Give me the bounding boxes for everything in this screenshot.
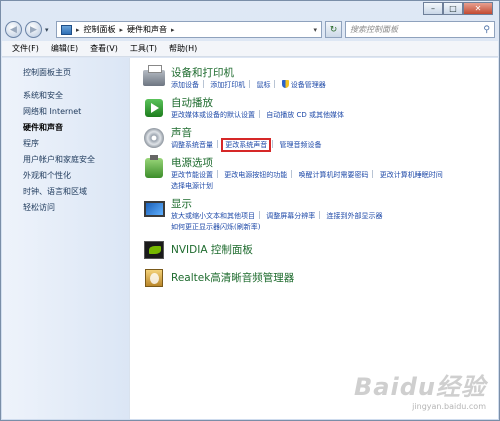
address-row: ◀ ▶ ▾ ▸ 控制面板 ▸ 硬件和声音 ▸ ▾ ↻ 搜索控制面板 ⚲ [5, 20, 495, 39]
forward-button[interactable]: ▶ [25, 21, 42, 38]
history-dropdown-icon[interactable]: ▾ [45, 26, 53, 34]
refresh-icon: ↻ [329, 24, 338, 35]
link-refresh-rate[interactable]: 如何更正显示器闪烁(刷新率) [171, 223, 260, 231]
nvidia-icon[interactable] [143, 239, 165, 261]
sidebar-item-home[interactable]: 控制面板主页 [23, 67, 129, 78]
menu-file[interactable]: 文件(F) [6, 43, 45, 54]
content-area: 控制面板主页 系统和安全 网络和 Internet 硬件和声音 程序 用户帐户和… [2, 58, 498, 419]
refresh-button[interactable]: ↻ [325, 21, 342, 38]
link-change-media-defaults[interactable]: 更改媒体或设备的默认设置 [171, 111, 255, 119]
minimize-button[interactable]: – [423, 2, 443, 15]
realtek-icon[interactable] [143, 267, 165, 289]
printer-icon[interactable] [143, 65, 165, 89]
menu-tools[interactable]: 工具(T) [124, 43, 163, 54]
watermark-logo: Baidu经验 [354, 373, 486, 401]
search-placeholder: 搜索控制面板 [350, 25, 398, 34]
search-icon[interactable]: ⚲ [483, 25, 490, 35]
sidebar-item-clock-language[interactable]: 时钟、语言和区域 [23, 186, 129, 197]
link-text-size[interactable]: 放大或缩小文本和其他项目 [171, 212, 255, 220]
link-autoplay-cd[interactable]: 自动播放 CD 或其他媒体 [266, 111, 344, 119]
chevron-right-icon[interactable]: ▸ [171, 26, 175, 34]
category-sound: 声音 调整系统音量 更改系统声音 管理音频设备 [143, 127, 498, 152]
chevron-right-icon[interactable]: ▸ [120, 26, 124, 34]
menu-edit[interactable]: 编辑(E) [45, 43, 84, 54]
link-wake-password[interactable]: 唤醒计算机时需要密码 [298, 171, 368, 179]
category-autoplay: 自动播放 更改媒体或设备的默认设置 自动播放 CD 或其他媒体 [143, 97, 498, 121]
menu-bar: 文件(F) 编辑(E) 查看(V) 工具(T) 帮助(H) [2, 41, 498, 57]
sidebar-item-programs[interactable]: 程序 [23, 138, 129, 149]
forward-arrow-icon: ▶ [30, 24, 37, 35]
speaker-icon[interactable] [143, 127, 165, 149]
category-display: 显示 放大或缩小文本和其他项目 调整屏幕分辨率 连接到外部显示器 如何更正显示器… [143, 198, 498, 233]
link-power-button[interactable]: 更改电源按钮的功能 [224, 171, 287, 179]
link-external-display[interactable]: 连接到外部显示器 [326, 212, 382, 220]
power-options-title[interactable]: 电源选项 [171, 157, 498, 170]
menu-help[interactable]: 帮助(H) [163, 43, 203, 54]
back-arrow-icon: ◀ [10, 24, 17, 35]
link-sleep-time[interactable]: 更改计算机睡眠时间 [380, 171, 443, 179]
sidebar-item-system-security[interactable]: 系统和安全 [23, 90, 129, 101]
link-change-system-sounds[interactable]: 更改系统声音 [221, 138, 272, 152]
close-button[interactable]: ✕ [463, 2, 493, 15]
monitor-icon[interactable] [143, 198, 165, 220]
devices-printers-title[interactable]: 设备和打印机 [171, 67, 498, 80]
link-device-manager[interactable]: 设备管理器 [291, 81, 326, 89]
nvidia-title[interactable]: NVIDIA 控制面板 [171, 244, 498, 257]
breadcrumb-control-panel[interactable]: 控制面板 [84, 24, 116, 35]
address-dropdown-icon[interactable]: ▾ [313, 26, 317, 34]
autoplay-title[interactable]: 自动播放 [171, 97, 498, 110]
link-power-saving[interactable]: 更改节能设置 [171, 171, 213, 179]
link-add-printer[interactable]: 添加打印机 [210, 81, 245, 89]
watermark: Baidu经验 jingyan.baidu.com [354, 367, 486, 411]
sound-title[interactable]: 声音 [171, 127, 498, 140]
link-manage-audio-devices[interactable]: 管理音频设备 [279, 141, 321, 149]
control-panel-window: – □ ✕ ◀ ▶ ▾ ▸ 控制面板 ▸ 硬件和声音 ▸ ▾ ↻ 搜索控制面板 … [0, 0, 500, 421]
search-input[interactable]: 搜索控制面板 ⚲ [345, 21, 495, 38]
display-title[interactable]: 显示 [171, 198, 498, 211]
category-devices-printers: 设备和打印机 添加设备 添加打印机 鼠标 设备管理器 [143, 65, 498, 91]
sidebar-item-ease-of-access[interactable]: 轻松访问 [23, 202, 129, 213]
link-mouse[interactable]: 鼠标 [256, 81, 270, 89]
address-bar[interactable]: ▸ 控制面板 ▸ 硬件和声音 ▸ ▾ [56, 21, 322, 38]
control-panel-icon [61, 24, 72, 35]
link-power-plan[interactable]: 选择电源计划 [171, 182, 213, 190]
breadcrumb-hardware-sound[interactable]: 硬件和声音 [127, 24, 167, 35]
sidebar-item-hardware-sound: 硬件和声音 [23, 123, 63, 132]
autoplay-icon[interactable] [143, 97, 165, 119]
chevron-right-icon[interactable]: ▸ [76, 26, 80, 34]
shield-icon [281, 80, 289, 88]
category-realtek: Realtek高清晰音频管理器 [143, 267, 498, 289]
category-nvidia: NVIDIA 控制面板 [143, 239, 498, 261]
window-controls: – □ ✕ [423, 2, 493, 15]
link-screen-resolution[interactable]: 调整屏幕分辨率 [266, 212, 315, 220]
menu-view[interactable]: 查看(V) [84, 43, 124, 54]
link-adjust-volume[interactable]: 调整系统音量 [171, 141, 213, 149]
sidebar-item-user-accounts[interactable]: 用户帐户和家庭安全 [23, 154, 129, 165]
realtek-title[interactable]: Realtek高清晰音频管理器 [171, 272, 498, 285]
back-button[interactable]: ◀ [5, 21, 22, 38]
main-pane: 设备和打印机 添加设备 添加打印机 鼠标 设备管理器 自动播放 更改媒体或设备的… [130, 58, 498, 419]
watermark-url: jingyan.baidu.com [412, 402, 486, 411]
maximize-button[interactable]: □ [443, 2, 463, 15]
sidebar-item-network[interactable]: 网络和 Internet [23, 106, 129, 117]
sidebar-item-appearance[interactable]: 外观和个性化 [23, 170, 129, 181]
link-add-device[interactable]: 添加设备 [171, 81, 199, 89]
sidebar: 控制面板主页 系统和安全 网络和 Internet 硬件和声音 程序 用户帐户和… [2, 58, 130, 419]
category-power-options: 电源选项 更改节能设置 更改电源按钮的功能 唤醒计算机时需要密码 更改计算机睡眠… [143, 155, 498, 192]
battery-icon[interactable] [143, 155, 165, 179]
